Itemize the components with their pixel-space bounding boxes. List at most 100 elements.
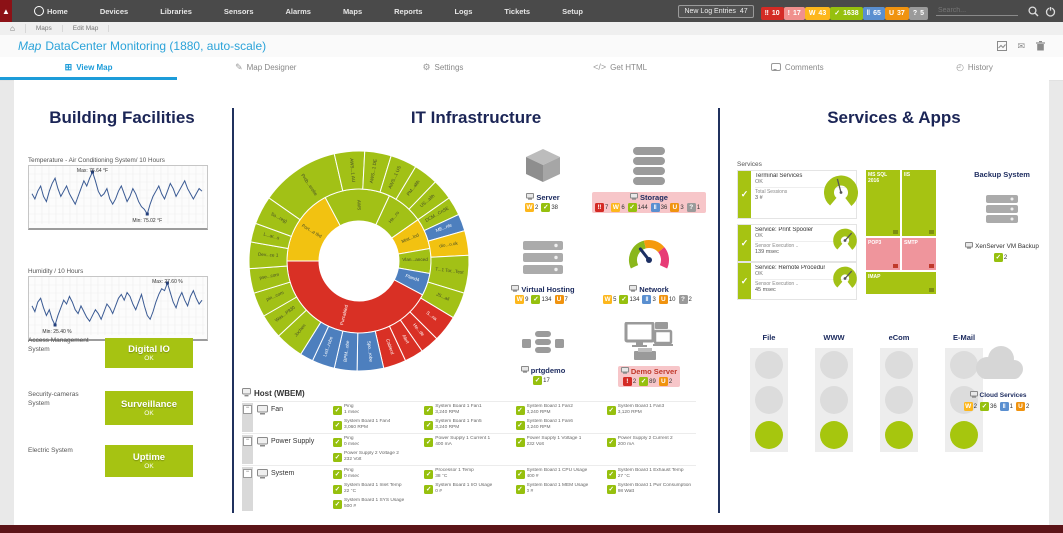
nav-item-devices[interactable]: Devices [84,7,144,16]
sensor-chip-power-supply-2-voltage-2[interactable]: ✓Power Supply 2 Voltage 2232 Volt [333,450,422,464]
status-box-uptime[interactable]: UptimeOK [105,445,193,477]
nav-item-reports[interactable]: Reports [378,7,438,16]
backup-device-row[interactable]: XenServer VM Backup [952,242,1052,251]
sensor-chip-system-board-1-cpu-usage[interactable]: ✓System Board 1 CPU Usage400 # [516,467,605,481]
breadcrumb-item-maps[interactable]: Maps [26,25,63,32]
status-box-surveillance[interactable]: SurveillanceOK [105,391,193,425]
sensor-chip-processor-1-temp[interactable]: ✓Processor 1 Temp38 °C [424,467,513,481]
sensor-chip-system-board-1-fan1[interactable]: ✓System Board 1 Fan13,240 RPM [424,403,513,417]
tab-get-html[interactable]: </>Get HTML [532,57,709,80]
service-card-service-remote-procedure-c[interactable]: ✓Service: Remote Procedure C..OKSensor E… [737,262,857,300]
sensor-chip-power-supply-1-current-1[interactable]: ✓Power Supply 1 Current 1400 mA [424,435,513,449]
sensor-chip-ping[interactable]: ✓Ping0 msec [333,435,422,449]
badge-count: 5 [920,10,924,17]
tab-view-map[interactable]: ⊞View Map [0,57,177,80]
svg-text:Max: 27.60 %: Max: 27.60 % [152,279,183,285]
device-icon [253,403,271,415]
status-badge-down[interactable]: ‼10 [761,7,784,20]
treemap-label: SMTP [904,240,918,246]
tab-history[interactable]: ◴History [886,57,1063,80]
nav-item-maps[interactable]: Maps [327,7,378,16]
nav-item-setup[interactable]: Setup [546,7,599,16]
tab-settings[interactable]: ⚙Settings [354,57,531,80]
nav-item-logs[interactable]: Logs [438,7,488,16]
status-badge-unusual[interactable]: U37 [885,7,909,20]
device-prtgdemo[interactable]: prtgdemo✓17 [490,322,596,386]
sensor-chip-ping[interactable]: ✓Ping0 msec [333,467,422,481]
temperature-chart[interactable]: Max: 76.64 °FMin: 75.02 °F [28,165,208,230]
treemap-block-imap[interactable]: IMAP [866,272,936,294]
status-badge-down_ack[interactable]: !17 [784,7,805,20]
device-demo-server[interactable]: Demo Server!2✓89U2 [596,322,702,386]
new-log-entries-button[interactable]: New Log Entries 47 [678,5,753,18]
sensor-chip-system-board-1-i-o-usage[interactable]: ✓System Board 1 I/O Usage0 # [424,482,513,496]
sensor-chip-system-board-1-mem-usage[interactable]: ✓System Board 1 MEM Usage0 # [516,482,605,496]
collapse-icon[interactable]: − [243,405,252,414]
cloud-device-row[interactable]: Cloud Services [942,391,1054,400]
breadcrumb-item-edit-map[interactable]: Edit Map [63,25,110,32]
sensor-chip-system-board-1-inlet-temp[interactable]: ✓System Board 1 Inlet Temp22 °C [333,482,422,496]
device-storage[interactable]: Storage‼7W6✓144‖36U3?1 [596,140,702,232]
device-badges: W9✓134U7 [515,295,571,304]
device-name: Demo Server [631,367,677,376]
traffic-light-ecom[interactable]: eCom [880,348,918,452]
device-name: prtgdemo [531,366,566,375]
service-card-terminal-services[interactable]: ✓Terminal ServicesOKTotal Sessions3 # [737,170,857,219]
tab-map-designer[interactable]: ✎Map Designer [177,57,354,80]
status-badge-ok[interactable]: ✓1638 [830,7,862,20]
ok-icon: ✓ [533,376,542,385]
status-badge-paused[interactable]: ‖65 [863,7,885,20]
traffic-light-www[interactable]: WWW [815,348,853,452]
treemap-block-smtp[interactable]: SMTP [902,238,936,270]
logout-power-icon[interactable] [1043,4,1057,18]
device-server[interactable]: ServerW2✓38 [490,140,596,232]
sensor-chip-system-board-1-fan6[interactable]: ✓System Board 1 Fan63,240 RPM [516,418,605,432]
service-card-service-print-spooler[interactable]: ✓Service: Print SpoolerOKSensor Executio… [737,224,857,262]
sensor-text: Processor 1 Temp38 °C [435,468,474,479]
sensor-chip-system-board-1-pwr-consumption[interactable]: ✓System Board 1 Pwr Consumption98 Watt [607,482,696,496]
treemap-block-pop3[interactable]: POP3 [866,238,900,270]
collapse-icon[interactable]: − [243,469,252,478]
sensor-chip-system-board-1-sys-usage[interactable]: ✓System Board 1 SYS Usage500 # [333,497,422,511]
delete-icon[interactable] [1033,39,1047,53]
sensor-chip-system-board-1-exhaust-temp[interactable]: ✓System Board 1 Exhaust Temp27 °C [607,467,696,481]
device-tree-sunburst[interactable]: PurcabledPort...a tbdAWSHe...roMist...lo… [242,144,476,378]
device-network[interactable]: NetworkW5✓134‖3U10?2 [596,232,702,322]
sensor-chip-power-supply-1-voltage-1[interactable]: ✓Power Supply 1 Voltage 1232 Volt [516,435,605,449]
treemap-block-iis[interactable]: IIS [902,170,936,236]
search-icon[interactable] [1026,4,1040,18]
nav-item-tickets[interactable]: Tickets [488,7,546,16]
sensor-text: System Board 1 Fan33,120 RPM [618,404,664,415]
humidity-chart[interactable]: Max: 27.60 %Min: 25.40 % [28,276,208,341]
sensor-text: System Board 1 Fan43,060 RPM [344,419,390,430]
badge-count: 1 [697,205,700,211]
export-image-icon[interactable] [995,39,1009,53]
device-virtual-hosting[interactable]: Virtual HostingW9✓134U7 [490,232,596,322]
collapse-icon[interactable]: − [243,437,252,446]
nav-item-alarms[interactable]: Alarms [270,7,327,16]
traffic-light-file[interactable]: File [750,348,788,452]
nav-item-libraries[interactable]: Libraries [144,7,208,16]
sensor-chip-ping[interactable]: ✓Ping1 msec [333,403,422,417]
nav-item-sensors[interactable]: Sensors [208,7,270,16]
sensor-chip-system-board-1-fan5[interactable]: ✓System Board 1 Fan53,240 RPM [424,418,513,432]
status-box-digital-io[interactable]: Digital IOOK [105,338,193,368]
sensor-text: Ping1 msec [344,404,359,415]
svg-text:Max: 76.64 °F: Max: 76.64 °F [77,168,108,174]
nav-item-home[interactable]: Home [18,6,84,16]
nav-item-label: Tickets [504,7,530,16]
home-icon[interactable]: ⌂ [10,24,26,33]
sensor-chip-power-supply-2-current-2[interactable]: ✓Power Supply 2 Current 2200 mA [607,435,696,449]
sensor-chip-system-board-1-fan2[interactable]: ✓System Board 1 Fan23,240 RPM [516,403,605,417]
sensor-chip-system-board-1-fan4[interactable]: ✓System Board 1 Fan43,060 RPM [333,418,422,432]
sensor-name: System Board 1 I/O Usage [435,483,492,489]
email-icon[interactable]: ✉ [1017,41,1025,52]
device-badges: W2✓38 [525,203,561,212]
tab-comments[interactable]: Comments [709,57,886,80]
search-input[interactable] [936,6,1018,16]
sensor-chip-system-board-1-fan3[interactable]: ✓System Board 1 Fan33,120 RPM [607,403,696,417]
brand-corner-icon: ▲ [0,0,12,22]
treemap-block-ms-sql-2016[interactable]: MS SQL 2016 [866,170,900,236]
status-badge-unknown[interactable]: ?5 [909,7,928,20]
status-badge-warning[interactable]: W43 [805,7,830,20]
